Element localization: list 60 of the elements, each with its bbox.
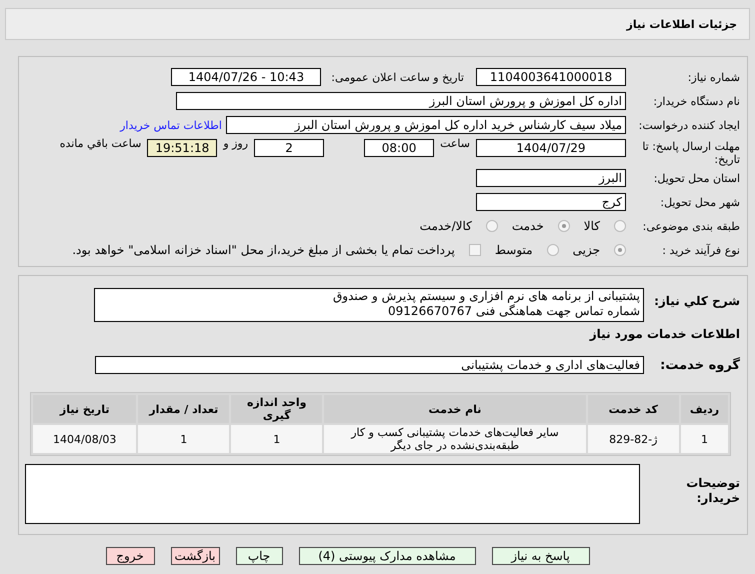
checkbox-label: پرداخت تمام یا بخشی از مبلغ خرید،از محل "اسناد خزانه اسلامی" خواهد بود. (72, 243, 455, 257)
table-cell: 1 (138, 425, 230, 453)
remaining-label: ساعت باقي مانده (58, 137, 142, 150)
radio-label: جزیی (572, 243, 600, 257)
field-label: شماره نیاز: (686, 70, 741, 84)
deadline-time-field[interactable]: 08:00 (364, 139, 434, 157)
field-label: گروه خدمت: (659, 358, 741, 372)
radio-button[interactable] (614, 220, 626, 232)
column-header: نام خدمت (324, 395, 586, 423)
city-field[interactable]: کرج (476, 193, 626, 211)
announce-date-field[interactable]: 1404/07/26 - 10:43 (171, 68, 322, 86)
table-cell: 1 (681, 425, 728, 453)
radio-label: کالا/خدمت (420, 219, 472, 233)
buyer-notes-field[interactable] (25, 464, 640, 524)
section-title: اطلاعات خدمات مورد نیاز (588, 326, 741, 343)
column-header: واحد اندازه گیری (231, 395, 322, 423)
field-label: نام دستگاه خریدار: (652, 94, 741, 108)
checkbox[interactable] (468, 244, 481, 256)
buyer-contact-link[interactable]: اطلاعات تماس خریدار (120, 118, 226, 132)
description-field[interactable]: پشتیبانی از برنامه های نرم افزاری و سیستم پذیرش و صندوق شماره تماس جهت هماهنگی فنی 09126670767 (94, 288, 644, 322)
radio-button[interactable] (614, 244, 626, 256)
table-cell: 1404/08/03 (33, 425, 136, 453)
need-number-field[interactable]: 1104003641000018 (476, 68, 626, 86)
service-group-field[interactable]: فعالیت‌های اداری و خدمات پشتیبانی (95, 356, 644, 374)
radio-label: خدمت (512, 219, 544, 233)
field-label: طبقه بندی موضوعی: (642, 220, 741, 232)
table-cell: 1 (231, 425, 322, 453)
time-label: ساعت (439, 137, 471, 150)
window-title: جزئیات اطلاعات نیاز (626, 18, 737, 30)
buyer-org-field[interactable]: اداره کل اموزش و پرورش استان البرز (176, 92, 626, 110)
column-header: تعداد / مقدار (138, 395, 230, 423)
radio-label: متوسط (494, 243, 533, 257)
field-label: شرح کلي نیاز: (653, 293, 741, 308)
creator-field[interactable]: میلاد سیف کارشناس خرید اداره کل اموزش و پرورش استان البرز (226, 116, 626, 134)
radio-label: کالا (584, 219, 600, 233)
column-header: ردیف (681, 395, 728, 423)
radio-button[interactable] (558, 220, 570, 232)
table-cell: سایر فعالیت‌های خدمات پشتیبانی کسب و کار طبقه‌بندی‌نشده در جای دیگر (324, 425, 586, 453)
field-label: تاریخ و ساعت اعلان عمومی: (330, 70, 465, 84)
radio-button[interactable] (546, 244, 559, 256)
remaining-time-field[interactable]: 19:51:18 (147, 139, 218, 157)
field-label: ایجاد کننده درخواست: (638, 118, 741, 132)
deadline-date-field[interactable]: 1404/07/29 (476, 139, 626, 157)
radio-button[interactable] (486, 220, 498, 232)
action-button[interactable]: چاپ (236, 547, 282, 565)
province-field[interactable]: البرز (476, 169, 626, 187)
action-button[interactable]: خروج (106, 547, 154, 565)
field-label: استان محل تحویل: (652, 172, 741, 184)
field-label: مهلت ارسال پاسخ: تا تاریخ: (641, 139, 741, 166)
days-field[interactable]: 2 (254, 139, 324, 157)
action-button[interactable]: پاسخ به نیاز (492, 547, 590, 565)
field-label: نوع فرآیند خرید : (661, 244, 741, 256)
action-button[interactable]: بازگشت (170, 547, 220, 565)
field-label: شهر محل تحویل: (659, 196, 741, 208)
action-button[interactable]: مشاهده مدارک پیوستی (4) (298, 547, 476, 565)
days-label: روز و (222, 137, 250, 150)
column-header: تاریخ نیاز (33, 395, 136, 423)
column-header: کد خدمت (588, 395, 679, 423)
table-cell: ژ-82-829 (588, 425, 679, 453)
field-label: توضیحات خریدار: (685, 475, 741, 506)
